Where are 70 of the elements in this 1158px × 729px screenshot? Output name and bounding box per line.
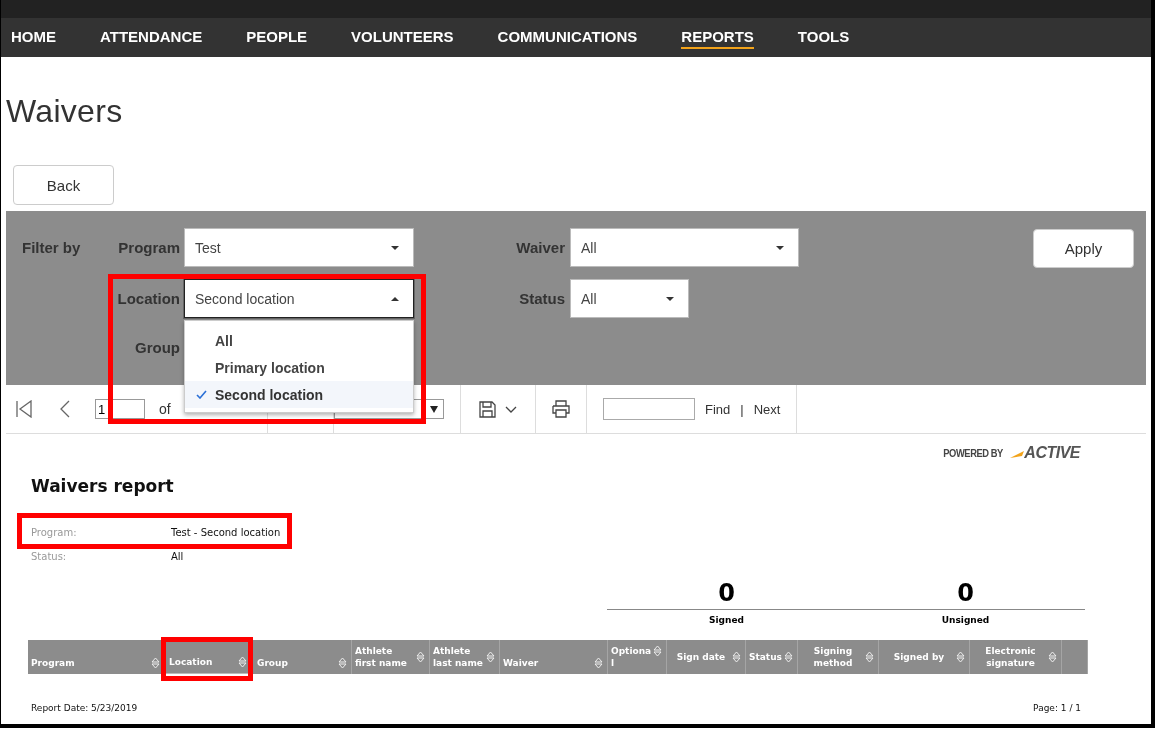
field-label: Group xyxy=(134,339,180,356)
powered-by-text: POWERED BY xyxy=(943,447,1004,459)
caret-icon xyxy=(430,405,438,413)
field-label: Waiver xyxy=(515,239,565,256)
caret-icon xyxy=(776,245,784,250)
nav-link[interactable]: VOLUNTEERS xyxy=(351,26,454,49)
page-count-label: of xyxy=(159,401,171,417)
find-link[interactable]: Find xyxy=(705,401,731,417)
first-page-button[interactable] xyxy=(16,400,32,418)
sort-icon xyxy=(1048,651,1057,663)
swoosh-icon xyxy=(1010,448,1025,458)
dropdown[interactable]: All xyxy=(570,228,799,267)
nav-link[interactable]: TOOLS xyxy=(797,26,850,49)
sort-icon xyxy=(416,651,425,663)
total-count: 0 xyxy=(607,579,846,610)
filter-label: Filter by xyxy=(22,239,82,256)
menu-item[interactable]: All xyxy=(185,327,413,354)
nav-link[interactable]: PEOPLE xyxy=(246,26,308,49)
back-button[interactable]: Back xyxy=(13,165,114,205)
report-date: Report Date: 5/23/2019 xyxy=(31,703,138,713)
apply-button[interactable]: Apply xyxy=(1033,229,1134,268)
next-link[interactable]: Next xyxy=(753,401,781,417)
chevron-down-icon xyxy=(505,405,517,413)
menu-item[interactable]: Second location xyxy=(185,381,413,408)
sort-icon xyxy=(338,657,347,669)
field-label: Location xyxy=(117,290,180,307)
sort-icon xyxy=(594,657,603,669)
caret-icon xyxy=(666,296,674,301)
sort-icon xyxy=(956,651,965,663)
print-icon xyxy=(552,400,570,418)
report-title: Waivers report xyxy=(31,476,175,496)
brand-logo-text: ACTIVE xyxy=(1024,444,1080,462)
info-value: Test - Second location xyxy=(171,526,281,538)
info-value: All xyxy=(171,550,184,562)
caret-icon xyxy=(391,245,399,250)
field-label: Program xyxy=(117,239,180,256)
link-separator: | xyxy=(740,401,744,417)
total-count: 0 xyxy=(846,579,1085,610)
first-page-icon xyxy=(16,400,32,418)
caret-icon xyxy=(391,296,399,301)
print-button[interactable] xyxy=(552,400,570,418)
menu-item[interactable]: Primary location xyxy=(185,354,413,381)
dropdown[interactable]: Second location xyxy=(184,279,414,318)
find-field[interactable] xyxy=(603,398,695,420)
sort-icon xyxy=(653,645,662,657)
total-label: Unsigned xyxy=(940,615,991,625)
dropdown[interactable]: Test xyxy=(184,228,414,267)
field-label: Status xyxy=(518,290,565,307)
nav-link[interactable]: HOME xyxy=(11,26,56,49)
sort-icon xyxy=(486,651,495,663)
info-label: Program: xyxy=(31,526,78,538)
previous-page-button[interactable] xyxy=(59,400,70,418)
zoom-dropdown[interactable] xyxy=(334,399,444,419)
page-title: Waivers xyxy=(6,92,124,131)
sort-icon xyxy=(784,651,793,663)
nav-link[interactable]: COMMUNICATIONS xyxy=(497,26,638,49)
sort-icon xyxy=(238,656,247,668)
nav-link[interactable]: ATTENDANCE xyxy=(100,26,203,49)
nav-link[interactable]: REPORTS xyxy=(681,26,754,49)
dropdown[interactable]: All xyxy=(570,279,689,318)
save-button[interactable] xyxy=(477,400,519,418)
page-number-field[interactable]: 1 xyxy=(95,399,145,419)
sort-icon xyxy=(151,657,160,669)
sort-icon xyxy=(865,651,874,663)
page-indicator: Page: 1 / 1 xyxy=(1033,703,1081,713)
check-icon xyxy=(196,390,207,399)
total-label: Signed xyxy=(708,615,745,625)
chevron-left-icon xyxy=(59,400,70,418)
info-label: Status: xyxy=(31,550,68,562)
sort-icon xyxy=(732,651,741,663)
